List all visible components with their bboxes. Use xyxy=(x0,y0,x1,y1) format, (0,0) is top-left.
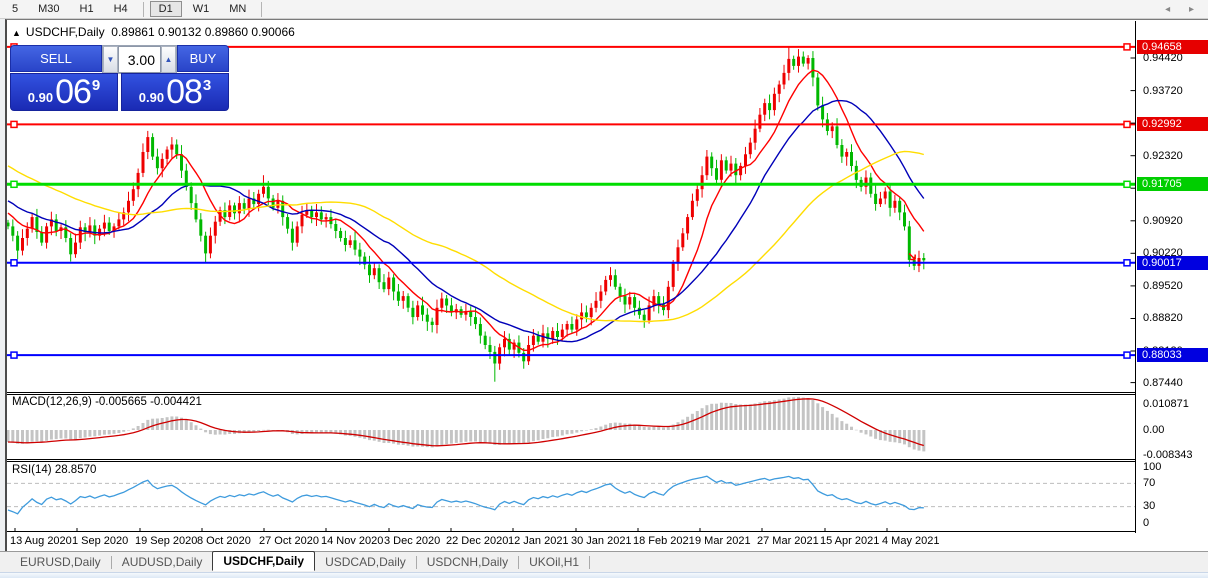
line-handle xyxy=(10,120,18,129)
date-axis-label: 15 Apr 2021 xyxy=(820,535,880,547)
date-axis-label: 27 Mar 2021 xyxy=(757,535,819,547)
tab-eurusd[interactable]: EURUSD,Daily xyxy=(10,553,111,571)
timeframe-button-m30[interactable]: M30 xyxy=(29,1,68,17)
toolbar-separator xyxy=(142,1,144,17)
volume-decrease-button[interactable]: ▼ xyxy=(103,46,118,73)
tab-scroll-arrows[interactable]: ◂ ▸ xyxy=(1165,4,1202,15)
price-tag: 0.94658 xyxy=(1137,39,1208,54)
chart-collapse-icon[interactable]: ▲ xyxy=(12,28,21,38)
date-axis-label: 22 Dec 2020 xyxy=(446,535,509,547)
chart-title: ▲ USDCHF,Daily 0.89861 0.90132 0.89860 0.… xyxy=(12,25,295,39)
price-tag: 0.92992 xyxy=(1137,117,1208,132)
price-scale-label: 0.89520 xyxy=(1143,279,1183,292)
symbol-tabbar: EURUSD,Daily AUDUSD,Daily USDCHF,Daily USDC… xyxy=(0,551,1208,572)
price-scale-label: 0.88820 xyxy=(1143,312,1183,325)
rsi-scale-label: 30 xyxy=(1143,500,1156,512)
tab-usdchf[interactable]: USDCHF,Daily xyxy=(212,551,316,571)
date-axis-label: 18 Feb 2021 xyxy=(633,535,695,547)
sell-button[interactable]: SELL xyxy=(10,45,102,72)
tab-separator xyxy=(589,555,591,569)
sell-price-prefix: 0.90 xyxy=(27,89,54,105)
volume-increase-button[interactable]: ▲ xyxy=(161,46,176,73)
volume-input[interactable] xyxy=(118,46,161,73)
tab-usdcnh[interactable]: USDCNH,Daily xyxy=(417,553,518,571)
tab-usdcad[interactable]: USDCAD,Daily xyxy=(315,553,416,571)
date-axis: 13 Aug 2020 1 Sep 2020 19 Sep 2020 8 Oct 20… xyxy=(0,535,1208,550)
one-click-trading-panel: SELL ▼ ▲ BUY 0.90 06 9 0.90 08 3 xyxy=(10,45,229,111)
macd-scale-label: -0.008343 xyxy=(1143,449,1193,461)
date-axis-label: 9 Mar 2021 xyxy=(695,535,751,547)
macd-indicator-label: MACD(12,26,9) -0.005665 -0.004421 xyxy=(12,396,202,408)
price-tag: 0.91705 xyxy=(1137,177,1208,192)
price-tag: 0.88033 xyxy=(1137,348,1208,363)
rsi-line xyxy=(7,475,924,515)
line-handle xyxy=(1123,180,1131,189)
rsi-scale-label: 0 xyxy=(1143,517,1150,529)
line-handle xyxy=(10,180,18,189)
date-axis-label: 3 Dec 2020 xyxy=(384,535,441,547)
rsi-scale-label: 70 xyxy=(1143,477,1156,489)
application-window: 5 M30 H1 H4 D1 W1 MN ▲ USDCHF,Daily 0.89861 0.9… xyxy=(0,0,1208,578)
line-handle xyxy=(10,259,18,267)
price-tag: 0.90017 xyxy=(1137,255,1208,270)
price-axis: 0.944200.937200.930200.923200.916200.909… xyxy=(1137,20,1208,534)
price-scale-label: 0.90920 xyxy=(1143,214,1183,227)
buy-price-main: 08 xyxy=(166,72,203,111)
timeframe-button-w1[interactable]: W1 xyxy=(184,1,219,17)
tab-audusd[interactable]: AUDUSD,Daily xyxy=(112,553,213,571)
timeframe-button-d1[interactable]: D1 xyxy=(149,1,182,17)
date-axis-label: 30 Jan 2021 xyxy=(571,535,632,547)
timeframe-button-h4[interactable]: H4 xyxy=(105,1,137,17)
chart-ohlc-values: 0.89861 0.90132 0.89860 0.90066 xyxy=(111,25,295,39)
price-scale-label: 0.87440 xyxy=(1143,376,1183,389)
date-axis-label: 12 Jan 2021 xyxy=(508,535,569,547)
rsi-scale-label: 100 xyxy=(1143,461,1162,473)
macd-scale-label: 0.010871 xyxy=(1143,398,1189,410)
price-scale-label: 0.93720 xyxy=(1143,84,1183,97)
buy-price-button[interactable]: 0.90 08 3 xyxy=(121,73,229,111)
sell-price-button[interactable]: 0.90 06 9 xyxy=(10,73,118,111)
buy-price-prefix: 0.90 xyxy=(138,89,165,105)
sell-price-main: 06 xyxy=(55,72,92,111)
statusbar-strip xyxy=(0,572,1208,578)
chart-symbol-label: USDCHF,Daily xyxy=(25,25,105,39)
date-axis-label: 27 Oct 2020 xyxy=(259,535,319,547)
sell-price-pip: 9 xyxy=(91,76,101,94)
date-axis-label: 14 Nov 2020 xyxy=(321,535,384,547)
tab-ukoil[interactable]: UKOil,H1 xyxy=(519,553,589,571)
date-axis-label: 1 Sep 2020 xyxy=(72,535,129,547)
line-handle xyxy=(1123,351,1131,359)
date-axis-label: 13 Aug 2020 xyxy=(10,535,72,547)
volume-widget: ▼ ▲ xyxy=(102,45,177,74)
buy-price-pip: 3 xyxy=(202,76,212,94)
line-handle xyxy=(1123,43,1131,51)
rsi-indicator-label: RSI(14) 28.8570 xyxy=(12,464,97,476)
timeframe-toolbar: 5 M30 H1 H4 D1 W1 MN xyxy=(0,0,1208,19)
ma-line-48 xyxy=(7,150,924,323)
line-handle xyxy=(1123,259,1131,267)
date-axis-label: 4 May 2021 xyxy=(882,535,940,547)
date-axis-label: 8 Oct 2020 xyxy=(197,535,251,547)
date-axis-label: 19 Sep 2020 xyxy=(135,535,198,547)
timeframe-button-5[interactable]: 5 xyxy=(3,1,27,17)
line-handle xyxy=(10,351,18,359)
price-scale-label: 0.92320 xyxy=(1143,149,1183,162)
line-handle xyxy=(1123,120,1131,129)
timeframe-button-h1[interactable]: H1 xyxy=(71,1,103,17)
toolbar-separator xyxy=(261,1,263,17)
buy-button[interactable]: BUY xyxy=(177,45,229,72)
macd-scale-label: 0.00 xyxy=(1143,424,1165,436)
timeframe-button-mn[interactable]: MN xyxy=(220,1,255,17)
